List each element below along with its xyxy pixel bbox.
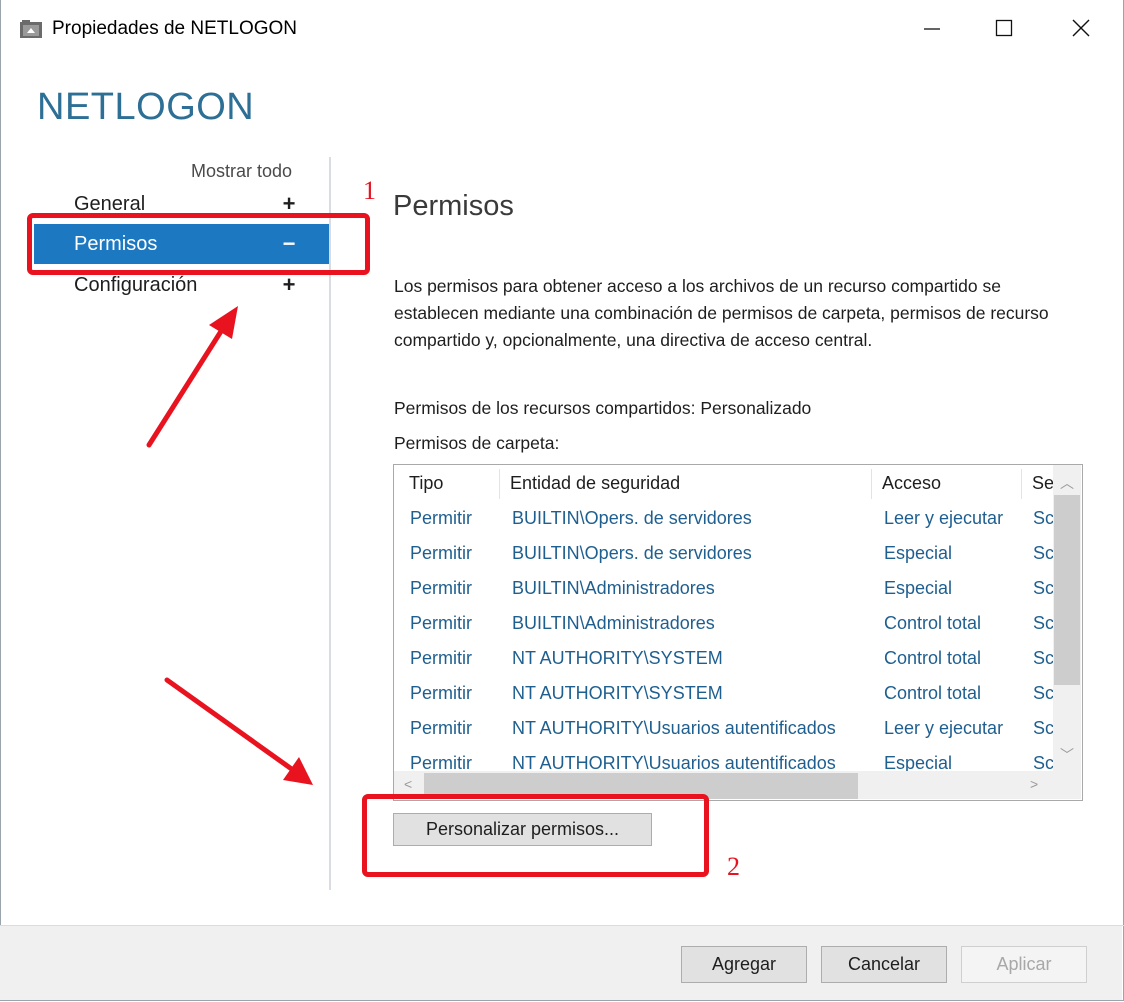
table-row[interactable]: Permitir BUILTIN\Administradores Especia… (394, 572, 1054, 607)
window-title: Propiedades de NETLOGON (52, 18, 298, 39)
table-header: Tipo Entidad de seguridad Acceso Se (394, 465, 1054, 503)
cell-tipo: Permitir (410, 508, 472, 528)
cell-entidad: NT AUTHORITY\Usuarios autentificados (512, 718, 836, 738)
column-separator[interactable] (1021, 469, 1022, 499)
column-header-entidad[interactable]: Entidad de seguridad (510, 473, 680, 494)
cell-se: Sc (1033, 648, 1055, 668)
table-row[interactable]: Permitir BUILTIN\Opers. de servidores Es… (394, 537, 1054, 572)
table-row[interactable]: Permitir BUILTIN\Administradores Control… (394, 607, 1054, 642)
cell-tipo: Permitir (410, 613, 472, 633)
cell-acceso: Especial (884, 543, 953, 563)
cell-entidad: BUILTIN\Administradores (512, 578, 715, 598)
close-icon (1072, 19, 1090, 42)
cell-tipo: Permitir (410, 648, 472, 668)
cell-entidad: BUILTIN\Administradores (512, 613, 715, 633)
section-title: Permisos (393, 190, 514, 222)
cell-tipo: Permitir (410, 578, 472, 598)
cell-tipo: Permitir (410, 683, 472, 703)
cell-se: Sc (1033, 508, 1055, 528)
cell-tipo: Permitir (410, 543, 472, 563)
column-header-tipo[interactable]: Tipo (409, 473, 443, 494)
share-folder-icon (20, 20, 42, 38)
share-permissions-row: Permisos de los recursos compartidos: Pe… (394, 398, 811, 419)
cell-se: Sc (1033, 613, 1055, 633)
apply-button[interactable]: Aplicar (961, 946, 1087, 983)
cell-acceso: Control total (884, 613, 982, 633)
minimize-button[interactable] (903, 10, 961, 50)
cell-se: Sc (1033, 683, 1055, 703)
sidebar-item-label: Configuración (74, 273, 198, 296)
cell-acceso: Leer y ejecutar (884, 508, 1004, 528)
table-row[interactable]: Permitir NT AUTHORITY\SYSTEM Control tot… (394, 677, 1054, 712)
table-row[interactable]: Permitir NT AUTHORITY\Usuarios autentifi… (394, 712, 1054, 747)
vertical-scroll-thumb[interactable] (1054, 495, 1080, 685)
cell-entidad: BUILTIN\Opers. de servidores (512, 508, 752, 528)
scroll-down-icon[interactable]: ﹀ (1060, 745, 1074, 765)
annotation-number-1: 1 (363, 176, 376, 205)
cell-acceso: Leer y ejecutar (884, 718, 1004, 738)
annotation-box-1 (27, 213, 370, 275)
scroll-left-icon[interactable]: < (404, 776, 412, 792)
minimize-icon (923, 19, 941, 42)
maximize-button[interactable] (975, 10, 1033, 50)
cell-se: Sc (1033, 543, 1055, 563)
table-row[interactable]: Permitir BUILTIN\Opers. de servidores Le… (394, 502, 1054, 537)
cell-se: Sc (1033, 578, 1055, 598)
section-description: Los permisos para obtener acceso a los a… (394, 276, 1049, 350)
annotation-number-2: 2 (727, 852, 740, 881)
share-permissions-label: Permisos de los recursos compartidos: (394, 398, 696, 418)
annotation-box-2 (362, 794, 709, 877)
cell-entidad: BUILTIN\Opers. de servidores (512, 543, 752, 563)
share-permissions-value: Personalizado (700, 398, 812, 418)
column-separator[interactable] (871, 469, 872, 499)
show-all-link[interactable]: Mostrar todo (191, 161, 292, 182)
column-header-acceso[interactable]: Acceso (882, 473, 941, 494)
page-title: NETLOGON (37, 86, 255, 128)
cell-entidad: NT AUTHORITY\SYSTEM (512, 648, 723, 668)
table-row[interactable]: Permitir NT AUTHORITY\SYSTEM Control tot… (394, 642, 1054, 677)
cancel-button[interactable]: Cancelar (821, 946, 947, 983)
column-header-se[interactable]: Se (1032, 473, 1054, 494)
scroll-up-icon[interactable]: ︿ (1060, 473, 1074, 493)
cell-entidad: NT AUTHORITY\SYSTEM (512, 683, 723, 703)
maximize-icon (995, 19, 1013, 42)
expand-icon: + (282, 272, 296, 297)
cell-acceso: Especial (884, 578, 953, 598)
cell-se: Sc (1033, 718, 1055, 738)
permissions-table[interactable]: Tipo Entidad de seguridad Acceso Se Perm… (393, 464, 1083, 801)
title-bar: Propiedades de NETLOGON (0, 0, 1124, 60)
column-separator[interactable] (499, 469, 500, 499)
cell-acceso: Control total (884, 648, 982, 668)
scroll-right-icon[interactable]: > (1030, 776, 1038, 792)
cell-tipo: Permitir (410, 718, 472, 738)
dialog-footer (0, 926, 1122, 1000)
folder-permissions-label: Permisos de carpeta: (394, 433, 560, 453)
close-button[interactable] (1052, 10, 1110, 50)
cell-acceso: Control total (884, 683, 982, 703)
add-button[interactable]: Agregar (681, 946, 807, 983)
